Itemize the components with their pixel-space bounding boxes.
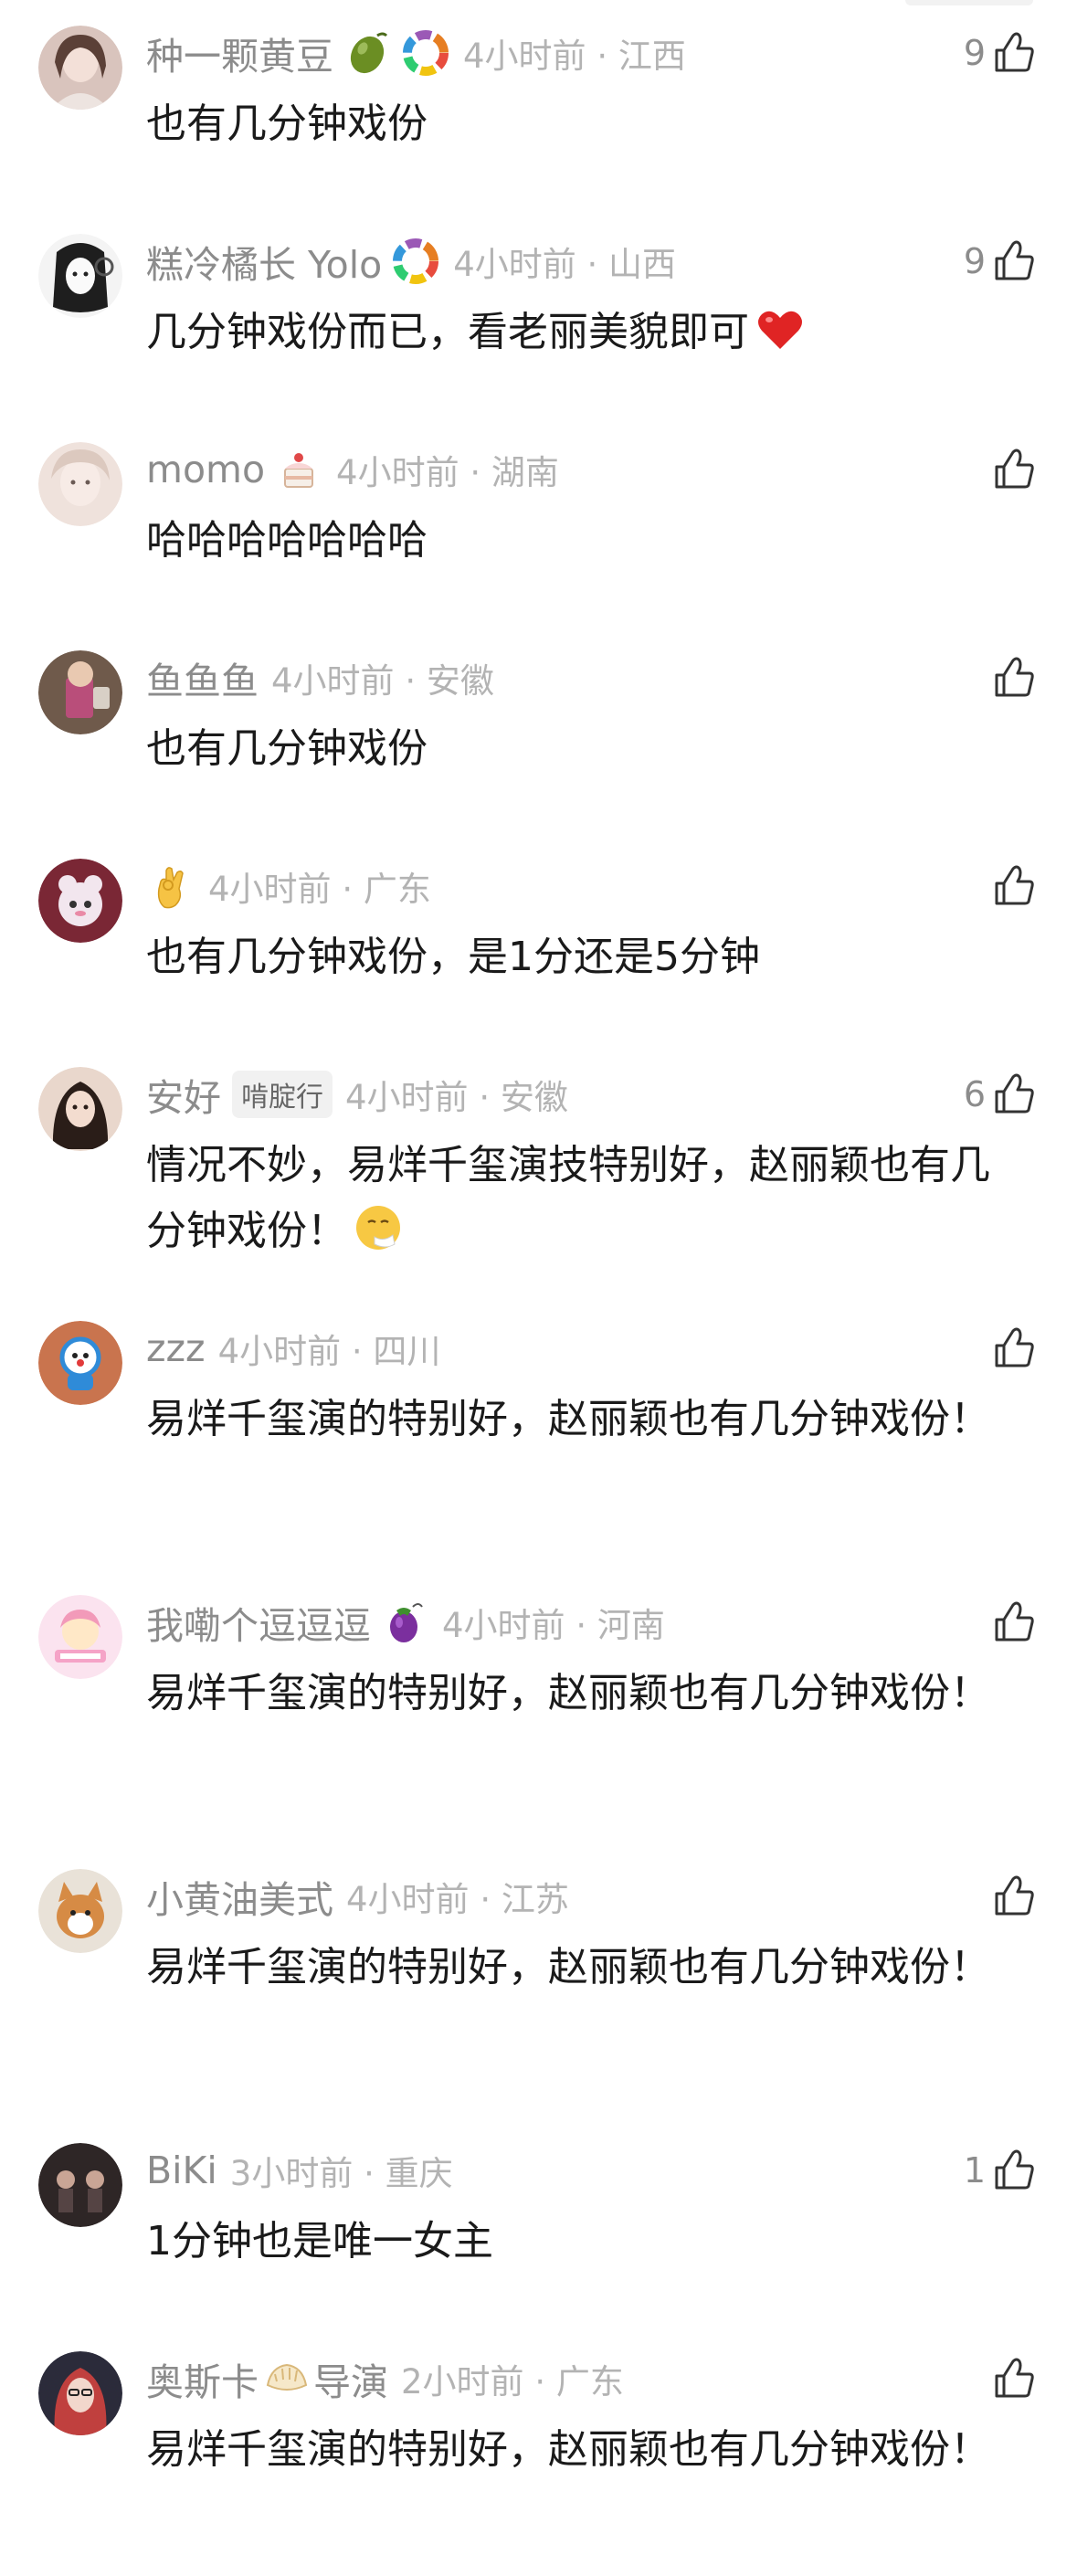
username[interactable]: 安好 bbox=[146, 1067, 221, 1122]
comment-time-location: 4小时前 · 河南 bbox=[442, 1606, 665, 1645]
like-count: 6 bbox=[963, 1074, 986, 1114]
like-button[interactable]: 6 bbox=[964, 1067, 1039, 1122]
comment-meta: 鱼鱼鱼 4小时前 · 安徽 bbox=[146, 650, 494, 705]
like-button[interactable] bbox=[986, 1595, 1039, 1650]
comment-meta: 我嘞个逗逗逗 4小时前 · 河南 bbox=[146, 1595, 665, 1650]
comment-text: 也有几分钟戏份 bbox=[146, 100, 428, 147]
username[interactable]: 小黄油美式 bbox=[146, 1869, 333, 1924]
like-button[interactable] bbox=[986, 1869, 1039, 1924]
like-button[interactable]: 9 bbox=[964, 234, 1039, 289]
comment-time-location: 4小时前 · 广东 bbox=[208, 870, 431, 909]
avatar[interactable] bbox=[38, 26, 122, 110]
avatar[interactable] bbox=[38, 2351, 122, 2435]
thumbs-up-icon bbox=[995, 1875, 1034, 1916]
avatar[interactable] bbox=[38, 2143, 122, 2227]
colorful-ring-icon bbox=[391, 237, 440, 286]
like-button[interactable]: 9 bbox=[964, 26, 1039, 80]
comment-meta: 种一颗黄豆 4小时前 · 江西 bbox=[146, 26, 686, 80]
avatar[interactable] bbox=[38, 650, 122, 734]
sneezing-face-icon bbox=[353, 1202, 404, 1253]
comment-meta: 安好 啃腚行 4小时前 · 安徽 bbox=[146, 1067, 568, 1122]
thumbs-up-icon bbox=[995, 2149, 1034, 2190]
avatar[interactable] bbox=[38, 1321, 122, 1405]
avatar[interactable] bbox=[38, 1869, 122, 1953]
thumbs-up-icon bbox=[995, 449, 1034, 489]
comment-meta: zzz 4小时前 · 四川 bbox=[146, 1321, 440, 1376]
avatar[interactable] bbox=[38, 234, 122, 318]
username[interactable]: momo bbox=[146, 448, 265, 491]
like-button[interactable] bbox=[986, 1321, 1039, 1376]
comment-time-location: 4小时前 · 江苏 bbox=[346, 1880, 569, 1919]
comment-text: 易烊千玺演的特别好，赵丽颖也有几分钟戏份！ bbox=[146, 1396, 990, 1442]
avatar[interactable] bbox=[38, 442, 122, 526]
comment-text: 易烊千玺演的特别好，赵丽颖也有几分钟戏份！ bbox=[146, 1670, 990, 1716]
username[interactable]: 种一颗黄豆 bbox=[146, 26, 333, 80]
comment-meta: momo 4小时前 · 湖南 bbox=[146, 442, 559, 497]
eggplant-icon bbox=[380, 1598, 429, 1647]
comment-text: 也有几分钟戏份，是1分还是5分钟 bbox=[146, 934, 760, 980]
username[interactable]: 鱼鱼鱼 bbox=[146, 650, 259, 705]
like-button[interactable] bbox=[986, 2351, 1039, 2406]
thumbs-up-icon bbox=[995, 1601, 1034, 1642]
thumbs-up-icon bbox=[995, 865, 1034, 905]
username[interactable]: zzz bbox=[146, 1326, 206, 1370]
username[interactable]: BiKi bbox=[146, 2148, 217, 2192]
comment-list: 种一颗黄豆 4小时前 · 江西 9 也有几分钟戏份 糕冷橘长 Yolo 4小时前… bbox=[0, 0, 1077, 2576]
thumbs-up-icon bbox=[995, 2358, 1034, 2398]
comment-meta: 小黄油美式 4小时前 · 江苏 bbox=[146, 1869, 569, 1924]
comment-text: 哈哈哈哈哈哈哈 bbox=[146, 517, 428, 564]
username[interactable]: 糕冷橘长 Yolo bbox=[146, 234, 382, 289]
comment-time-location: 4小时前 · 山西 bbox=[453, 245, 677, 284]
comment-meta: BiKi 3小时前 · 重庆 bbox=[146, 2143, 453, 2198]
like-count: 9 bbox=[963, 33, 986, 73]
red-heart-icon bbox=[755, 303, 806, 354]
thumbs-up-icon bbox=[995, 657, 1034, 697]
comment-time-location: 3小时前 · 重庆 bbox=[229, 2154, 453, 2193]
like-button[interactable] bbox=[986, 442, 1039, 497]
username-suffix[interactable]: 导演 bbox=[313, 2351, 388, 2406]
comment-time-location: 4小时前 · 湖南 bbox=[336, 453, 559, 492]
comment-text: 也有几分钟戏份 bbox=[146, 725, 428, 772]
thumbs-up-icon bbox=[995, 240, 1034, 280]
dumpling-icon bbox=[262, 2354, 311, 2403]
colorful-ring-icon bbox=[401, 28, 450, 78]
avatar[interactable] bbox=[38, 1595, 122, 1679]
thumbs-up-icon bbox=[995, 1327, 1034, 1367]
olive-icon bbox=[343, 28, 392, 78]
username[interactable]: 我嘞个逗逗逗 bbox=[146, 1595, 371, 1650]
avatar[interactable] bbox=[38, 859, 122, 943]
comment-text: 几分钟戏份而已，看老丽美貌即可 bbox=[146, 300, 1023, 365]
comment-time-location: 4小时前 · 安徽 bbox=[271, 661, 494, 701]
thumbs-up-icon bbox=[995, 32, 1034, 72]
comment-text: 易烊千玺演的特别好，赵丽颖也有几分钟戏份！ bbox=[146, 1944, 990, 1990]
like-button[interactable]: 1 bbox=[964, 2143, 1039, 2198]
cake-icon bbox=[274, 445, 323, 494]
comment-time-location: 4小时前 · 安徽 bbox=[345, 1078, 568, 1117]
comment-text: 情况不妙，易烊千玺演技特别好，赵丽颖也有几分钟戏份！ bbox=[146, 1142, 990, 1254]
like-count: 9 bbox=[963, 241, 986, 281]
comment-meta: 奥斯卡 导演 2小时前 · 广东 bbox=[146, 2351, 624, 2406]
ok-hand-icon bbox=[146, 861, 195, 911]
like-button[interactable] bbox=[986, 859, 1039, 913]
user-tag: 啃腚行 bbox=[232, 1071, 333, 1118]
comment-time-location: 2小时前 · 广东 bbox=[401, 2362, 624, 2402]
like-button[interactable] bbox=[986, 650, 1039, 705]
comment-meta: 4小时前 · 广东 bbox=[146, 859, 431, 913]
comment-text: 1分钟也是唯一女主 bbox=[146, 2218, 493, 2265]
comment-time-location: 4小时前 · 江西 bbox=[463, 37, 686, 76]
like-count: 1 bbox=[963, 2150, 986, 2191]
username[interactable]: 奥斯卡 bbox=[146, 2351, 259, 2406]
comment-meta: 糕冷橘长 Yolo 4小时前 · 山西 bbox=[146, 234, 676, 289]
comment-text: 易烊千玺演的特别好，赵丽颖也有几分钟戏份！ bbox=[146, 2426, 990, 2473]
thumbs-up-icon bbox=[995, 1073, 1034, 1114]
comment-time-location: 4小时前 · 四川 bbox=[217, 1332, 441, 1371]
avatar[interactable] bbox=[38, 1067, 122, 1151]
